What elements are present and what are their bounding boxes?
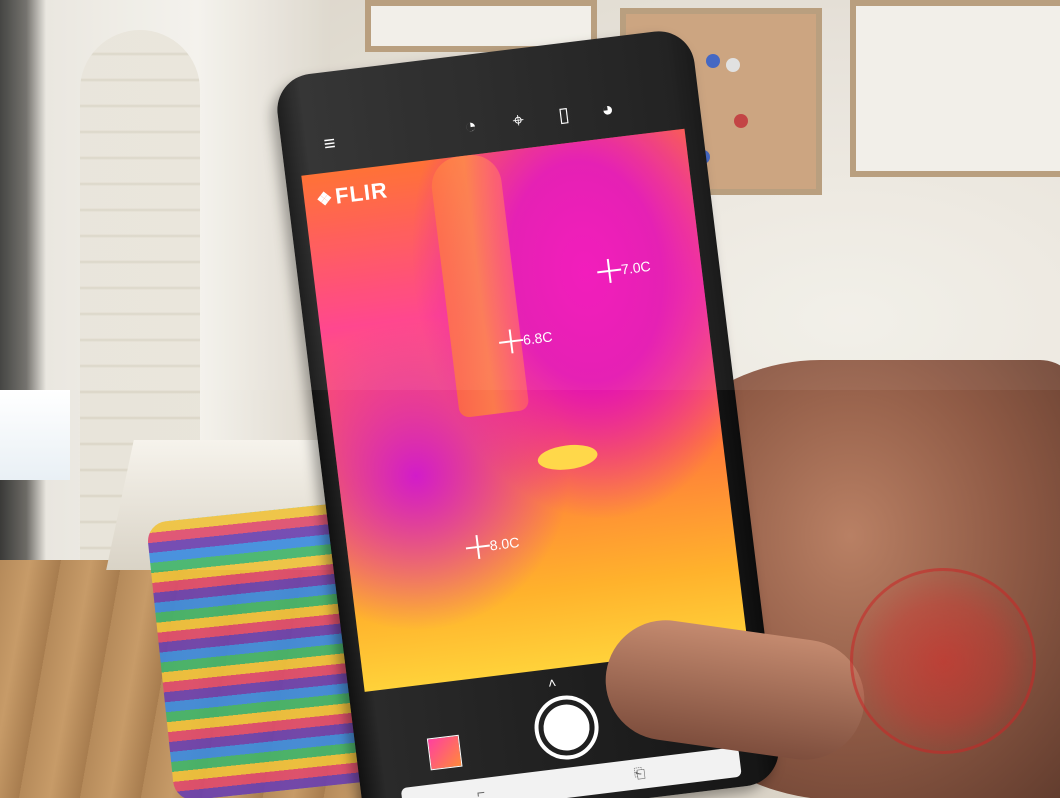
spot-meter-1[interactable]: 7.0C xyxy=(596,254,652,284)
shutter-inner xyxy=(540,701,593,754)
gallery-thumbnail[interactable] xyxy=(426,734,463,771)
crosshair-marker-icon xyxy=(498,328,525,355)
spot-temp-label: 7.0C xyxy=(620,257,652,278)
warm-spot xyxy=(536,441,599,473)
wall-frame xyxy=(850,0,1060,177)
spot-meter-2[interactable]: 6.8C xyxy=(498,324,554,354)
spot-temp-label: 8.0C xyxy=(488,533,521,554)
crosshair-icon[interactable]: ⌖ xyxy=(505,108,532,135)
flir-logo: ❖FLIR xyxy=(315,177,390,210)
timer-icon[interactable]: ◔ xyxy=(457,113,484,140)
pin-dot xyxy=(726,58,740,72)
logo-text: FLIR xyxy=(333,177,390,209)
pin-dot xyxy=(706,54,720,68)
pin-dot xyxy=(734,114,748,128)
thermal-viewfinder[interactable]: ❖FLIR 7.0C 6.8C 8.0C xyxy=(301,128,748,692)
photo-scene: ≡ ◔ ⌖ ▯ ◕ ❖FLIR 7.0C 6.8C 8.0C ˄ ⌐ ⎗ xyxy=(0,0,1060,798)
thermal-pillar xyxy=(428,151,530,419)
spot-temp-label: 6.8C xyxy=(522,328,554,348)
crosshair-marker-icon xyxy=(465,534,492,561)
spot-meter-3[interactable]: 8.0C xyxy=(465,530,521,560)
palette-icon[interactable]: ◕ xyxy=(594,97,621,124)
ruler-icon[interactable]: ▯ xyxy=(551,102,578,129)
menu-icon[interactable]: ≡ xyxy=(316,131,343,158)
red-seal-stamp xyxy=(850,568,1036,754)
back-icon[interactable]: ⎗ xyxy=(630,764,650,784)
recents-icon[interactable]: ⌐ xyxy=(471,783,491,798)
crosshair-marker-icon xyxy=(596,258,623,285)
window xyxy=(0,390,70,480)
